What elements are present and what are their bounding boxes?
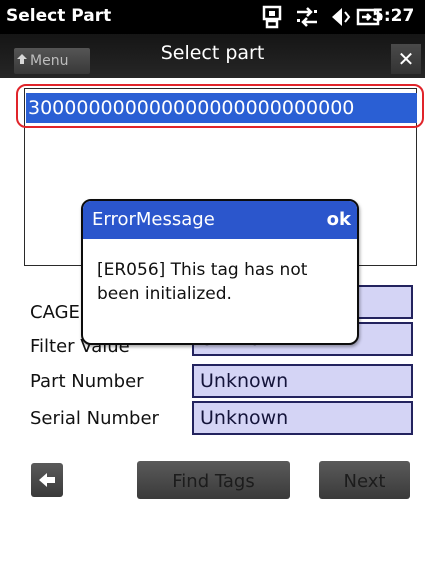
back-button[interactable] <box>31 463 63 497</box>
error-dialog: ErrorMessage ok [ER056] This tag has not… <box>81 199 359 345</box>
serial-number-label: Serial Number <box>30 408 159 429</box>
serial-number-field: Unknown <box>192 401 413 435</box>
app-header: Menu Select part ✕ <box>0 34 425 78</box>
next-button[interactable]: Next <box>319 461 410 499</box>
phone-icon <box>262 5 282 29</box>
part-number-label: Part Number <box>30 371 144 392</box>
find-tags-button[interactable]: Find Tags <box>137 461 290 499</box>
status-bar: Select Part 5:27 <box>0 0 425 34</box>
close-button[interactable]: ✕ <box>391 44 421 74</box>
highlight-annotation <box>16 84 424 128</box>
speaker-icon <box>332 8 351 26</box>
ok-button[interactable]: ok <box>327 201 351 239</box>
status-title: Select Part <box>6 6 112 26</box>
dialog-title: ErrorMessage <box>92 209 215 230</box>
part-number-field: Unknown <box>192 364 413 398</box>
status-time: 5:27 <box>372 6 415 26</box>
network-icon <box>297 7 317 27</box>
page-title: Select part <box>160 42 265 64</box>
left-arrow-icon <box>39 473 55 487</box>
dialog-title-bar: ErrorMessage ok <box>83 201 357 239</box>
cage-label: CAGE <box>30 302 80 323</box>
dialog-message: [ER056] This tag has not been initialize… <box>97 260 308 304</box>
